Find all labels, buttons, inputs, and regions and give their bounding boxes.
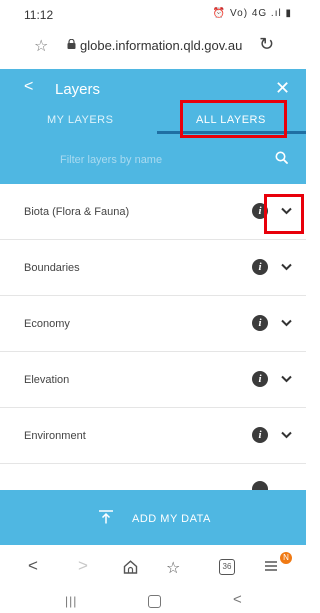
lock-icon	[67, 39, 76, 49]
status-time: 11:12	[24, 8, 54, 22]
layer-row-elevation[interactable]: Elevation i	[0, 352, 306, 408]
layer-row-environment[interactable]: Environment i	[0, 408, 306, 464]
info-icon[interactable]	[252, 481, 268, 490]
filter-area	[0, 134, 306, 184]
close-icon[interactable]: ✕	[275, 78, 290, 99]
layer-label: Economy	[24, 318, 70, 330]
chevron-down-icon[interactable]	[281, 263, 292, 271]
chevron-down-icon[interactable]	[281, 431, 292, 439]
filter-input[interactable]	[58, 146, 242, 174]
layer-label: Environment	[24, 430, 86, 442]
home-icon[interactable]	[123, 560, 138, 574]
search-icon[interactable]	[275, 151, 288, 164]
info-icon[interactable]: i	[252, 371, 268, 387]
menu-icon[interactable]	[264, 559, 278, 572]
layer-list: Biota (Flora & Fauna) i Boundaries i Eco…	[0, 184, 306, 490]
browser-toolbar: < > ☆ 36 N	[0, 548, 306, 588]
back-icon[interactable]: <	[24, 78, 33, 96]
bookmarks-icon[interactable]: ☆	[166, 558, 180, 578]
reload-icon[interactable]: ↻	[259, 34, 274, 55]
layer-label: Elevation	[24, 374, 70, 386]
browser-back-icon[interactable]: <	[28, 556, 38, 576]
info-icon[interactable]: i	[252, 259, 268, 275]
system-home-icon[interactable]	[148, 595, 161, 608]
browser-forward-icon[interactable]: >	[78, 556, 88, 576]
layer-row-boundaries[interactable]: Boundaries i	[0, 240, 306, 296]
system-nav-bar: ||| <	[0, 588, 306, 613]
notification-badge: N	[280, 552, 292, 564]
layer-row-biota[interactable]: Biota (Flora & Fauna) i	[0, 184, 306, 240]
chevron-down-icon[interactable]	[281, 375, 292, 383]
recent-apps-icon[interactable]: |||	[65, 594, 77, 608]
layer-label: Biota (Flora & Fauna)	[24, 206, 130, 218]
layer-row-partial[interactable]	[0, 464, 306, 490]
url-text[interactable]: globe.information.qld.gov.au	[80, 38, 242, 53]
panel-title: Layers	[55, 81, 101, 98]
address-bar: ☆ globe.information.qld.gov.au ↻	[0, 28, 306, 64]
bookmark-star-icon[interactable]: ☆	[34, 36, 48, 56]
chevron-down-icon[interactable]	[281, 319, 292, 327]
info-icon[interactable]: i	[252, 427, 268, 443]
layer-label: Boundaries	[24, 262, 80, 274]
highlight-biota-chevron	[264, 194, 304, 234]
tabs-icon[interactable]: 36	[219, 559, 235, 575]
status-indicators: ⏰ Vo) 4G .ıl ▮	[212, 8, 292, 19]
status-bar: 11:12 ⏰ Vo) 4G .ıl ▮	[0, 0, 306, 28]
add-my-data-label: ADD MY DATA	[132, 513, 211, 525]
system-back-icon[interactable]: <	[233, 591, 242, 608]
highlight-all-layers-tab	[180, 100, 287, 138]
screen: 11:12 ⏰ Vo) 4G .ıl ▮ ☆ globe.information…	[0, 0, 306, 613]
tab-my-layers[interactable]: MY LAYERS	[47, 114, 113, 126]
info-icon[interactable]: i	[252, 315, 268, 331]
upload-icon	[99, 510, 113, 524]
add-my-data-button[interactable]: ADD MY DATA	[0, 490, 306, 545]
layer-row-economy[interactable]: Economy i	[0, 296, 306, 352]
